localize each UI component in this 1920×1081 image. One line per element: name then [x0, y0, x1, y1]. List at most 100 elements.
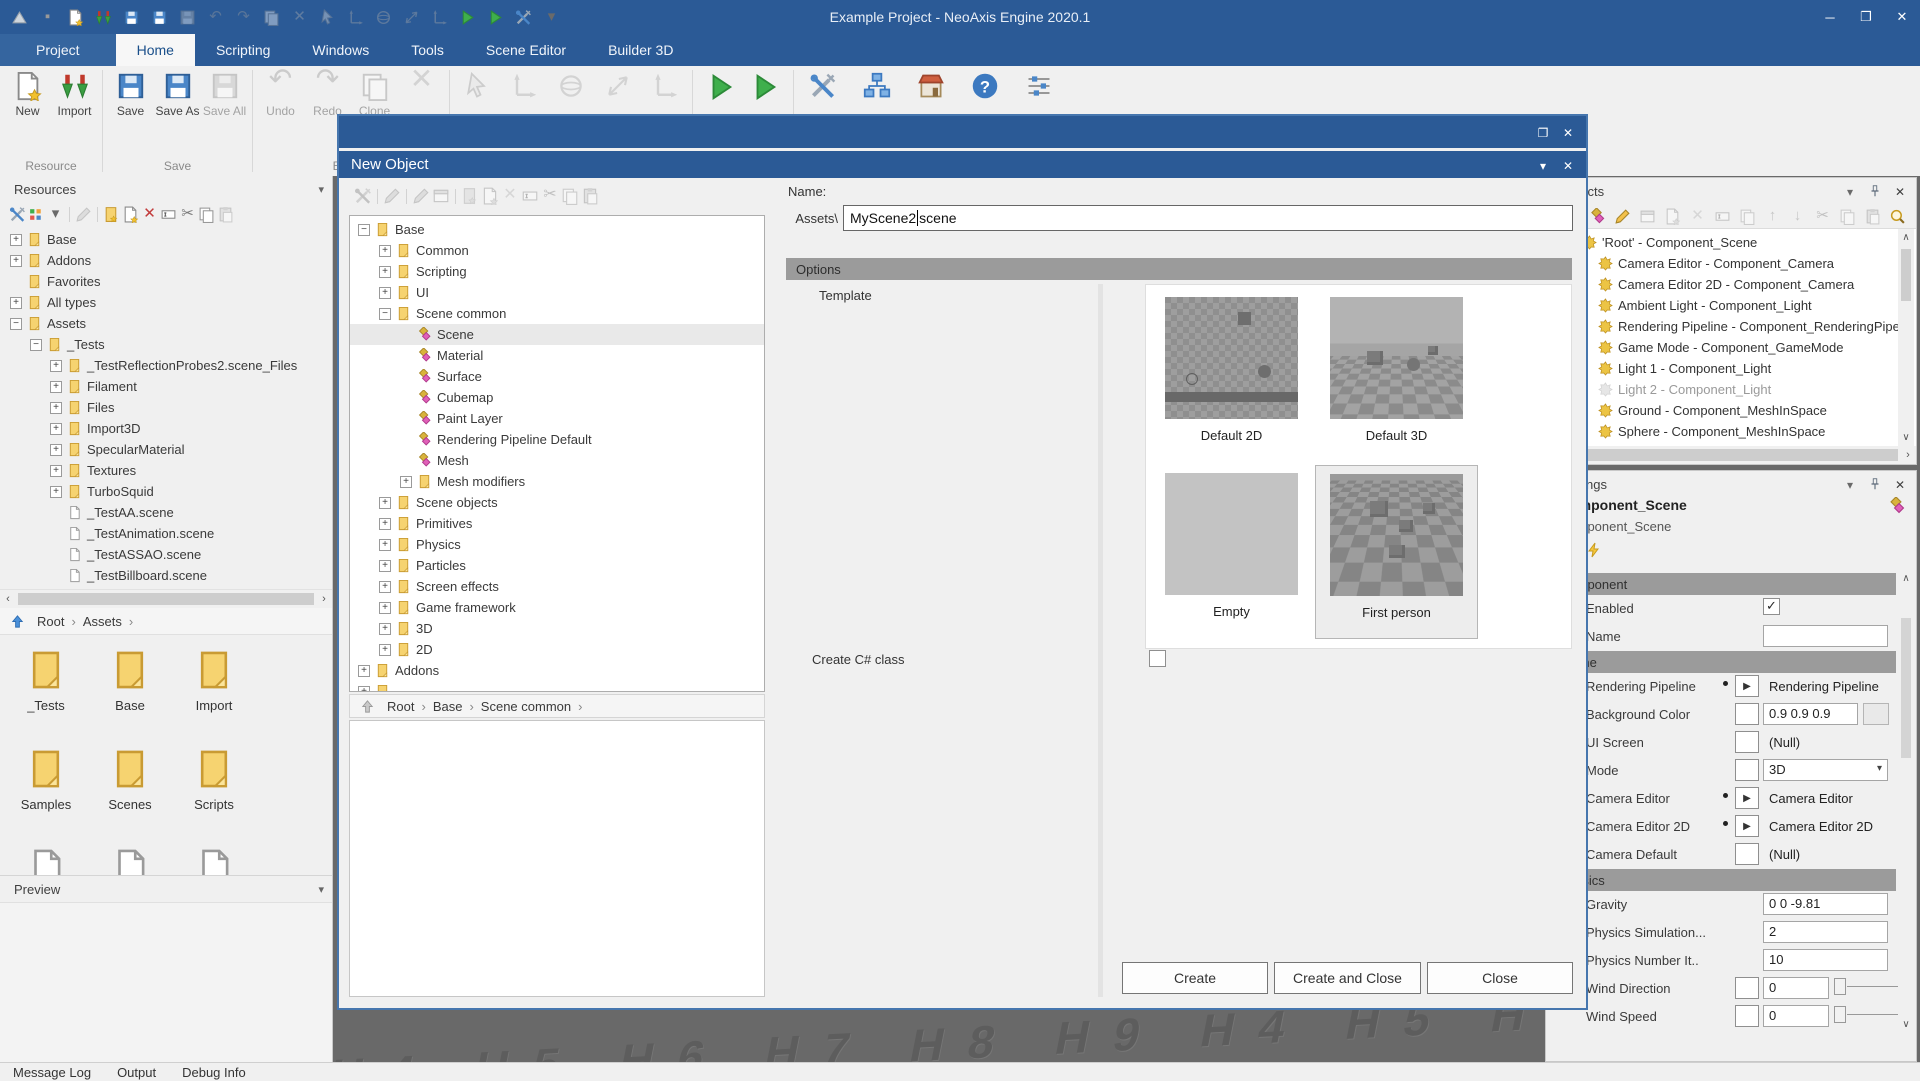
tree-item[interactable]: +Base [0, 229, 332, 250]
statusbar-message-log[interactable]: Message Log [0, 1065, 104, 1080]
create-csharp-checkbox[interactable] [1149, 650, 1166, 667]
expand-icon[interactable]: + [358, 665, 370, 677]
search-button[interactable] [1888, 207, 1907, 226]
expand-icon[interactable]: + [10, 255, 22, 267]
tree-item[interactable]: +Scripting [350, 261, 764, 282]
property-slider[interactable] [1834, 977, 1908, 999]
property-input[interactable]: 0 [1763, 1005, 1829, 1027]
close-button[interactable]: ✕ [1560, 124, 1576, 140]
folder-tile[interactable]: Import [172, 647, 256, 713]
caret-down-button[interactable]: ▾ [1535, 157, 1551, 173]
wrench-tools-button[interactable] [808, 71, 838, 101]
new-file-button[interactable] [66, 8, 85, 27]
flowchart-button[interactable] [862, 71, 892, 101]
default-box[interactable] [1735, 731, 1759, 753]
object-item[interactable]: 'Root' - Component_Scene [1546, 232, 1916, 253]
tree-item[interactable]: +Addons [350, 660, 764, 681]
objects-scrollbar[interactable]: ∧∨ [1898, 229, 1914, 446]
tree-item[interactable]: Favorites [0, 271, 332, 292]
object-item[interactable]: Light 2 - Component_Light [1546, 379, 1916, 400]
delete-x-button[interactable]: ✕ [290, 8, 309, 27]
scroll-right-icon[interactable]: › [316, 593, 332, 605]
template-empty[interactable]: Empty [1150, 465, 1313, 639]
resources-hscrollbar[interactable]: ‹ › [0, 589, 332, 608]
expand-icon[interactable]: + [379, 623, 391, 635]
tree-item[interactable]: +_TestReflectionProbes2.scene_Files [0, 355, 332, 376]
default-box[interactable] [1735, 759, 1759, 781]
new-folder-button[interactable] [460, 186, 480, 206]
property-input[interactable]: 2 [1763, 921, 1888, 943]
pointer-tool-button[interactable] [462, 71, 492, 101]
rotate-button[interactable] [374, 8, 393, 27]
pencil-button[interactable] [1613, 207, 1632, 226]
pencil-button[interactable] [382, 186, 402, 206]
floppy-button[interactable] [122, 8, 141, 27]
expand-icon[interactable]: + [379, 560, 391, 572]
color-value-input[interactable]: 0.9 0.9 0.9 [1763, 703, 1858, 725]
tree-item[interactable]: Scene [350, 324, 764, 345]
tree-item[interactable]: −Assets [0, 313, 332, 334]
tree-item[interactable]: +TurboSquid [0, 481, 332, 502]
expand-icon[interactable]: + [400, 476, 412, 488]
default-box[interactable] [1735, 843, 1759, 865]
close-button[interactable]: Close [1427, 962, 1573, 994]
copy-button[interactable] [560, 186, 580, 206]
clone-button[interactable]: Clone [351, 71, 398, 118]
play-button[interactable] [705, 71, 737, 103]
property-input[interactable]: 0 [1763, 977, 1829, 999]
tree-item[interactable]: +Physics [350, 534, 764, 555]
collapse-icon[interactable]: − [30, 339, 42, 351]
options-splitter[interactable] [1098, 284, 1103, 997]
tab-windows[interactable]: Windows [291, 34, 390, 66]
expand-icon[interactable]: + [50, 444, 62, 456]
tree-item[interactable]: +Textures [0, 460, 332, 481]
arrow-up-button[interactable]: ↑ [1763, 207, 1782, 226]
axis-button[interactable] [430, 8, 449, 27]
object-item[interactable]: Camera Editor 2D - Component_Camera [1546, 274, 1916, 295]
undo-button[interactable]: ↶ [206, 8, 225, 27]
file-tile[interactable] [172, 845, 256, 875]
create-button[interactable]: Create [1122, 962, 1268, 994]
close-button[interactable]: ✕ [1560, 157, 1576, 173]
undo-button[interactable]: ↶Undo [257, 71, 304, 118]
property-input[interactable] [1763, 625, 1888, 647]
tree-item[interactable]: −Base [350, 219, 764, 240]
tree-item[interactable]: +Addons [0, 250, 332, 271]
redo-button[interactable]: ↷Redo [304, 71, 351, 118]
breadcrumb-segment[interactable]: Root [37, 614, 64, 629]
scrollbar-thumb[interactable] [18, 593, 314, 605]
tab-scripting[interactable]: Scripting [195, 34, 291, 66]
tree-item[interactable]: +Files [0, 397, 332, 418]
statusbar-debug-info[interactable]: Debug Info [169, 1065, 259, 1080]
expand-icon[interactable]: + [50, 402, 62, 414]
expand-reference-button[interactable]: ▶ [1735, 815, 1759, 837]
tree-item[interactable]: +Scene objects [350, 492, 764, 513]
tab-builder-3d[interactable]: Builder 3D [587, 34, 694, 66]
breadcrumb-segment[interactable]: Scene common [481, 699, 571, 714]
expand-icon[interactable]: + [379, 539, 391, 551]
new-folder-button[interactable] [102, 205, 121, 224]
delete-button[interactable]: ✕ [398, 71, 445, 105]
caret-down-button[interactable]: ▾ [1842, 476, 1858, 492]
play-button[interactable] [749, 71, 781, 103]
chevron-down-icon[interactable]: ▾ [318, 183, 324, 196]
copy-button[interactable] [1838, 207, 1857, 226]
window-button[interactable] [1638, 207, 1657, 226]
dialog-titlebar[interactable]: New Object ▾✕ [339, 151, 1586, 178]
expand-icon[interactable]: + [358, 686, 370, 693]
property-slider[interactable] [1834, 1005, 1908, 1027]
tree-item[interactable]: _TestBillboard.scene [0, 565, 332, 586]
wrench-tools-button[interactable] [353, 186, 373, 206]
default-box[interactable] [1735, 703, 1759, 725]
pointer-button[interactable] [318, 8, 337, 27]
up-arrow-icon[interactable] [360, 699, 375, 714]
default-box[interactable] [1735, 977, 1759, 999]
floppy-button[interactable] [150, 8, 169, 27]
checkbox[interactable]: ✓ [1763, 598, 1780, 615]
window-button[interactable] [431, 186, 451, 206]
play-button[interactable] [486, 8, 505, 27]
expand-icon[interactable]: + [50, 486, 62, 498]
delete-x-red-button[interactable]: ✕ [140, 205, 159, 224]
expand-icon[interactable]: + [50, 423, 62, 435]
tree-item[interactable]: _TestAnimation.scene [0, 523, 332, 544]
